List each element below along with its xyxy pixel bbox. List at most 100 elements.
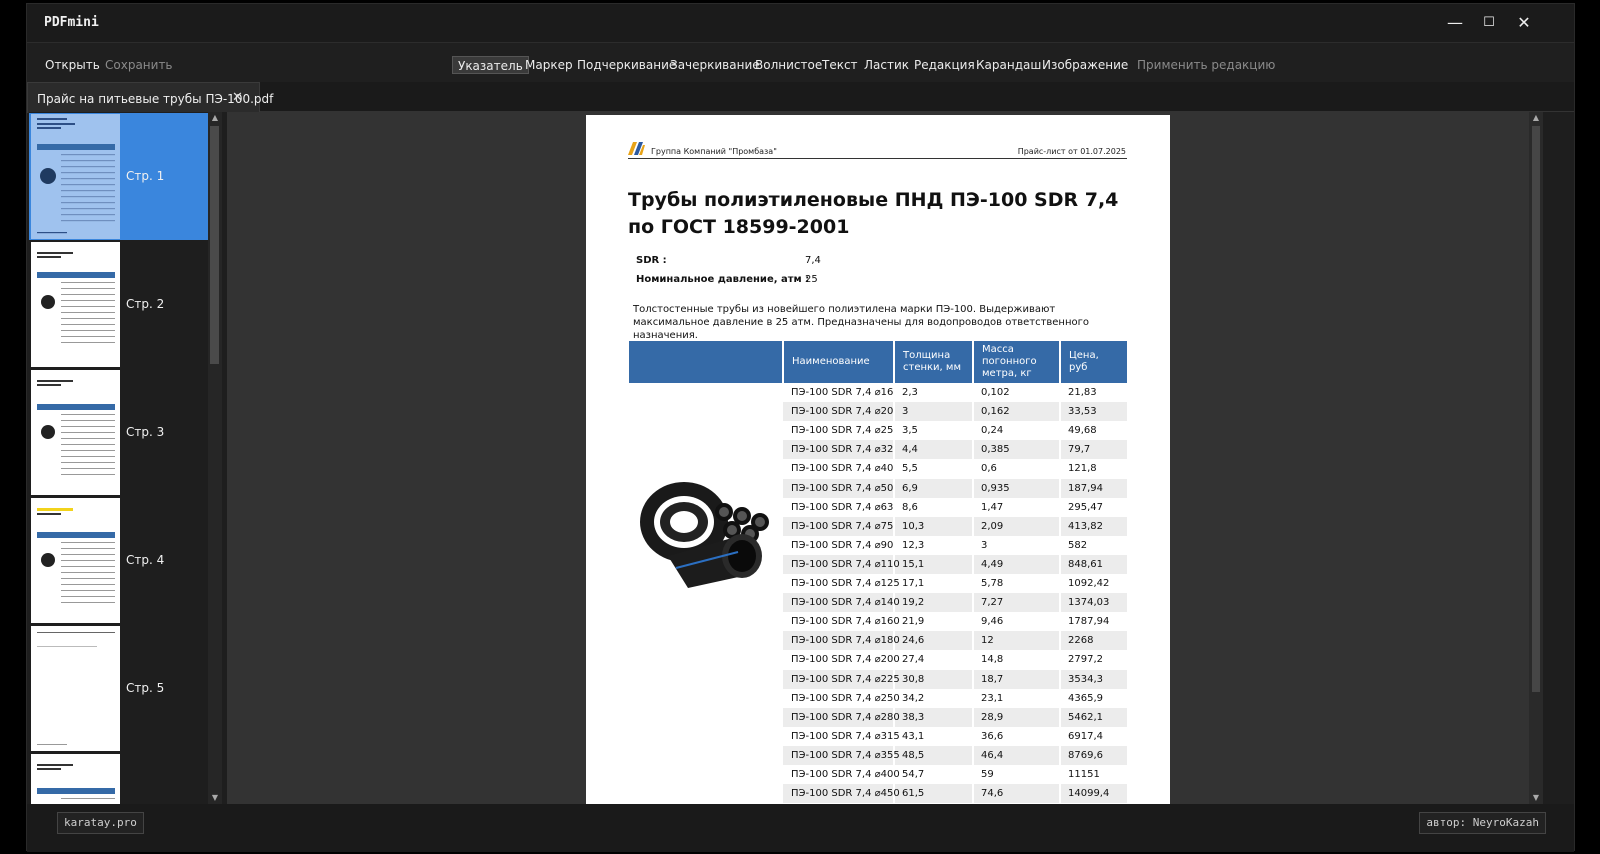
table-cell: 33,53 xyxy=(1068,406,1097,418)
table-row: ПЭ-100 SDR 7,4 ⌀140 19,2 7,27 1374,03 xyxy=(783,593,1127,613)
site-badge[interactable]: karatay.pro xyxy=(57,812,144,834)
tab-document[interactable]: Прайс на питьевые трубы ПЭ-100.pdf ✕ xyxy=(27,82,273,113)
app-window: PDFmini — ☐ ✕ Открыть Сохранить Указател… xyxy=(26,3,1575,852)
table-cell: 0,102 xyxy=(981,387,1010,398)
scrollbar-thumb[interactable] xyxy=(210,126,219,364)
title-line-1: Трубы полиэтиленовые ПНД ПЭ-100 SDR 7,4 xyxy=(628,189,1119,211)
column-separator xyxy=(1059,574,1061,593)
table-cell: 74,6 xyxy=(981,788,1004,800)
price-date: Прайс-лист от 01.07.2025 xyxy=(1017,147,1126,156)
thumbnail-page-5[interactable]: Стр. 5 xyxy=(29,625,209,752)
table-cell: 34,2 xyxy=(902,692,925,704)
table-cell: 21,83 xyxy=(1068,387,1097,398)
scroll-up-icon[interactable]: ▲ xyxy=(1529,112,1543,124)
table-cell: 24,6 xyxy=(902,635,925,647)
tab-close-icon[interactable]: ✕ xyxy=(232,90,243,105)
scrollbar-thumb[interactable] xyxy=(1532,126,1540,692)
company-name: Группа Компаний "Промбаза" xyxy=(651,147,777,156)
table-cell: 79,7 xyxy=(1068,444,1091,456)
table-cell: ПЭ-100 SDR 7,4 ⌀315 xyxy=(791,730,900,742)
tool-marker[interactable]: Маркер xyxy=(520,56,578,74)
column-separator xyxy=(1059,478,1061,498)
table-row: ПЭ-100 SDR 7,4 ⌀160 21,9 9,46 1787,94 xyxy=(783,612,1127,632)
thumbnail-page-4[interactable]: Стр. 4 xyxy=(29,497,209,624)
table-cell: ПЭ-100 SDR 7,4 ⌀32 xyxy=(791,444,894,456)
column-separator xyxy=(972,440,974,460)
tab-bar: Прайс на питьевые трубы ПЭ-100.pdf ✕ xyxy=(27,82,1574,113)
spec-key: Номинальное давление, атм : xyxy=(636,274,810,285)
table-cell: ПЭ-100 SDR 7,4 ⌀160 xyxy=(791,616,900,628)
table-cell: ПЭ-100 SDR 7,4 ⌀355 xyxy=(791,749,900,761)
table-row: ПЭ-100 SDR 7,4 ⌀32 4,4 0,385 79,7 xyxy=(783,440,1127,460)
document-viewer[interactable]: Группа Компаний "Промбаза" Прайс-лист от… xyxy=(227,112,1529,804)
table-header-mass: Масса погонного метра, кг xyxy=(974,341,1059,383)
table-cell: 14099,4 xyxy=(1068,788,1110,800)
spec-value: 7,4 xyxy=(805,255,821,266)
table-row: ПЭ-100 SDR 7,4 ⌀280 38,3 28,9 5462,1 xyxy=(783,707,1127,727)
scroll-up-icon[interactable]: ▲ xyxy=(208,112,222,124)
table-cell: ПЭ-100 SDR 7,4 ⌀90 xyxy=(791,539,894,551)
header-divider xyxy=(628,158,1127,159)
table-header-name: Наименование xyxy=(784,341,893,383)
table-cell: 0,6 xyxy=(981,463,997,475)
spec-key: SDR : xyxy=(636,255,667,266)
tool-eraser[interactable]: Ластик xyxy=(859,56,914,74)
close-icon[interactable]: ✕ xyxy=(1512,12,1536,34)
thumbnail-scrollbar[interactable]: ▲ ▼ xyxy=(208,112,222,804)
open-button[interactable]: Открыть xyxy=(45,58,100,72)
column-separator xyxy=(972,383,974,402)
column-separator xyxy=(1059,516,1061,536)
table-cell: 4,49 xyxy=(981,558,1004,570)
column-separator xyxy=(1059,745,1061,765)
table-cell: 295,47 xyxy=(1068,501,1103,513)
table-cell: ПЭ-100 SDR 7,4 ⌀400 xyxy=(791,769,900,780)
tool-redaction[interactable]: Редакция xyxy=(909,56,980,74)
column-separator xyxy=(1059,688,1061,708)
table-cell: 46,4 xyxy=(981,749,1004,761)
tool-squiggly[interactable]: Волнистое xyxy=(750,56,827,74)
table-row: ПЭ-100 SDR 7,4 ⌀200 27,4 14,8 2797,2 xyxy=(783,650,1127,670)
maximize-icon[interactable]: ☐ xyxy=(1477,12,1501,34)
thumbnail-page-1[interactable]: Стр. 1 xyxy=(29,113,209,240)
scroll-down-icon[interactable]: ▼ xyxy=(208,792,222,804)
tool-pencil[interactable]: Карандаш xyxy=(971,56,1046,74)
column-separator xyxy=(972,765,974,784)
column-separator xyxy=(972,459,974,479)
column-separator xyxy=(1059,669,1061,689)
table-cell: 12,3 xyxy=(902,539,925,551)
save-button[interactable]: Сохранить xyxy=(105,58,173,72)
table-cell: ПЭ-100 SDR 7,4 ⌀200 xyxy=(791,654,900,666)
table-cell: 28,9 xyxy=(981,711,1004,723)
viewer-scrollbar[interactable]: ▲ ▼ xyxy=(1529,112,1543,804)
title-bar[interactable]: PDFmini — ☐ ✕ xyxy=(27,4,1574,42)
table-cell: 23,1 xyxy=(981,692,1004,704)
table-cell: 10,3 xyxy=(902,520,925,532)
column-separator xyxy=(1059,440,1061,460)
thumbnail-page-2[interactable]: Стр. 2 xyxy=(29,241,209,368)
column-separator xyxy=(972,535,974,555)
table-cell: 9,46 xyxy=(981,616,1004,628)
table-cell: 3 xyxy=(981,539,988,551)
tool-image[interactable]: Изображение xyxy=(1037,56,1133,74)
tool-text[interactable]: Текст xyxy=(817,56,863,74)
thumbnail-page-3[interactable]: Стр. 3 xyxy=(29,369,209,496)
table-cell: 1,47 xyxy=(981,501,1004,513)
table-cell: 4,4 xyxy=(902,444,918,456)
table-cell: 413,82 xyxy=(1068,520,1103,532)
table-header-wall: Толщина стенки, мм xyxy=(895,341,972,383)
table-cell: 48,5 xyxy=(902,749,925,761)
tool-pointer[interactable]: Указатель xyxy=(452,56,529,74)
table-cell: 6917,4 xyxy=(1068,730,1103,742)
apply-redaction-button[interactable]: Применить редакцию xyxy=(1137,58,1275,72)
column-separator xyxy=(972,631,974,651)
table-cell: ПЭ-100 SDR 7,4 ⌀25 xyxy=(791,425,894,437)
column-separator xyxy=(1059,726,1061,746)
table-cell: ПЭ-100 SDR 7,4 ⌀20 xyxy=(791,406,894,418)
column-separator xyxy=(972,402,974,422)
description: Толстостенные трубы из новейшего полиэти… xyxy=(633,304,1090,341)
minimize-icon[interactable]: — xyxy=(1443,12,1467,34)
scroll-down-icon[interactable]: ▼ xyxy=(1529,792,1543,804)
thumbnail-page-6[interactable] xyxy=(29,753,209,804)
table-cell: ПЭ-100 SDR 7,4 ⌀50 xyxy=(791,482,894,494)
table-row: ПЭ-100 SDR 7,4 ⌀125 17,1 5,78 1092,42 xyxy=(783,574,1127,593)
